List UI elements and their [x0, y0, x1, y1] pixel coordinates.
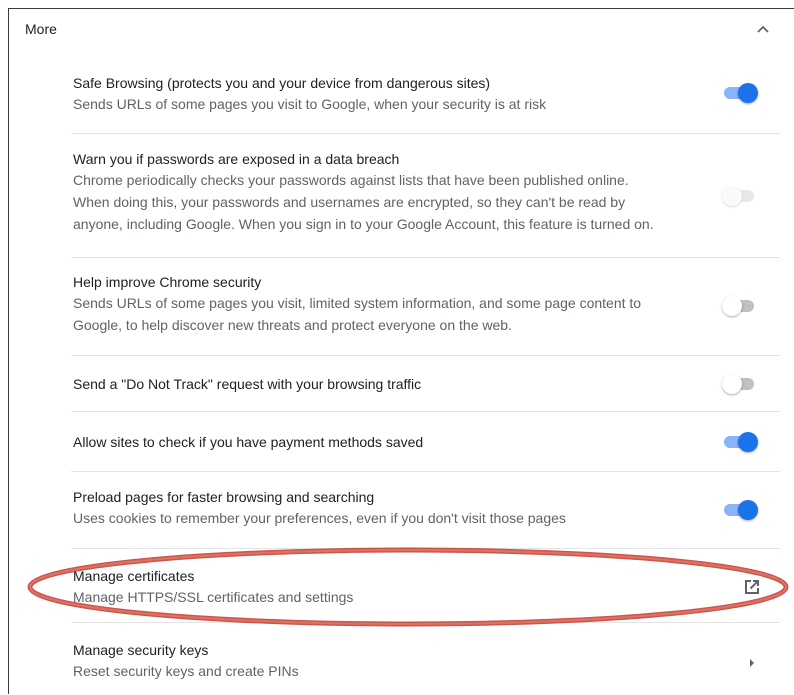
setting-row-manage-security-keys[interactable]: Manage security keys Reset security keys… — [71, 622, 780, 695]
setting-description-line: Sends URLs of some pages you visit, limi… — [73, 295, 642, 311]
setting-title: Allow sites to check if you have payment… — [73, 434, 424, 450]
setting-description-line: When doing this, your passwords and user… — [73, 194, 626, 210]
preload-pages-toggle[interactable] — [722, 500, 758, 520]
setting-row-payment-methods[interactable]: Allow sites to check if you have payment… — [71, 411, 780, 471]
setting-title: Send a "Do Not Track" request with your … — [73, 376, 422, 392]
more-section: More Safe Browsing (protects you and you… — [8, 8, 794, 694]
setting-description-line: Chrome periodically checks your password… — [73, 172, 629, 188]
setting-row-manage-certificates[interactable]: Manage certificates Manage HTTPS/SSL cer… — [71, 548, 780, 622]
setting-description: Uses cookies to remember your preference… — [73, 510, 566, 526]
setting-row-safe-browsing[interactable]: Safe Browsing (protects you and your dev… — [71, 65, 780, 133]
safe-browsing-toggle[interactable] — [722, 83, 758, 103]
setting-title: Safe Browsing (protects you and your dev… — [73, 75, 491, 91]
do-not-track-toggle[interactable] — [722, 374, 758, 394]
password-breach-toggle[interactable] — [722, 186, 758, 206]
arrow-right-icon[interactable] — [742, 653, 762, 673]
payment-methods-toggle[interactable] — [722, 432, 758, 452]
section-header[interactable]: More — [9, 9, 794, 49]
setting-description-line: anyone, including Google. When you sign … — [73, 216, 654, 232]
setting-title: Help improve Chrome security — [73, 274, 262, 290]
external-link-icon[interactable] — [742, 577, 762, 597]
setting-row-password-breach[interactable]: Warn you if passwords are exposed in a d… — [71, 133, 780, 257]
help-improve-toggle[interactable] — [722, 296, 758, 316]
chevron-up-icon[interactable] — [756, 23, 770, 35]
setting-description: Sends URLs of some pages you visit to Go… — [73, 96, 547, 112]
setting-title: Warn you if passwords are exposed in a d… — [73, 151, 400, 167]
section-title: More — [25, 21, 57, 37]
setting-description: Reset security keys and create PINs — [73, 663, 299, 679]
setting-title: Preload pages for faster browsing and se… — [73, 489, 375, 505]
setting-row-help-improve[interactable]: Help improve Chrome security Sends URLs … — [71, 257, 780, 355]
setting-description: Manage HTTPS/SSL certificates and settin… — [73, 589, 354, 605]
setting-row-do-not-track[interactable]: Send a "Do Not Track" request with your … — [71, 355, 780, 411]
setting-description-line: Google, to help discover new threats and… — [73, 317, 512, 333]
setting-title: Manage security keys — [73, 642, 209, 658]
setting-row-preload-pages[interactable]: Preload pages for faster browsing and se… — [71, 471, 780, 548]
setting-title: Manage certificates — [73, 568, 195, 584]
